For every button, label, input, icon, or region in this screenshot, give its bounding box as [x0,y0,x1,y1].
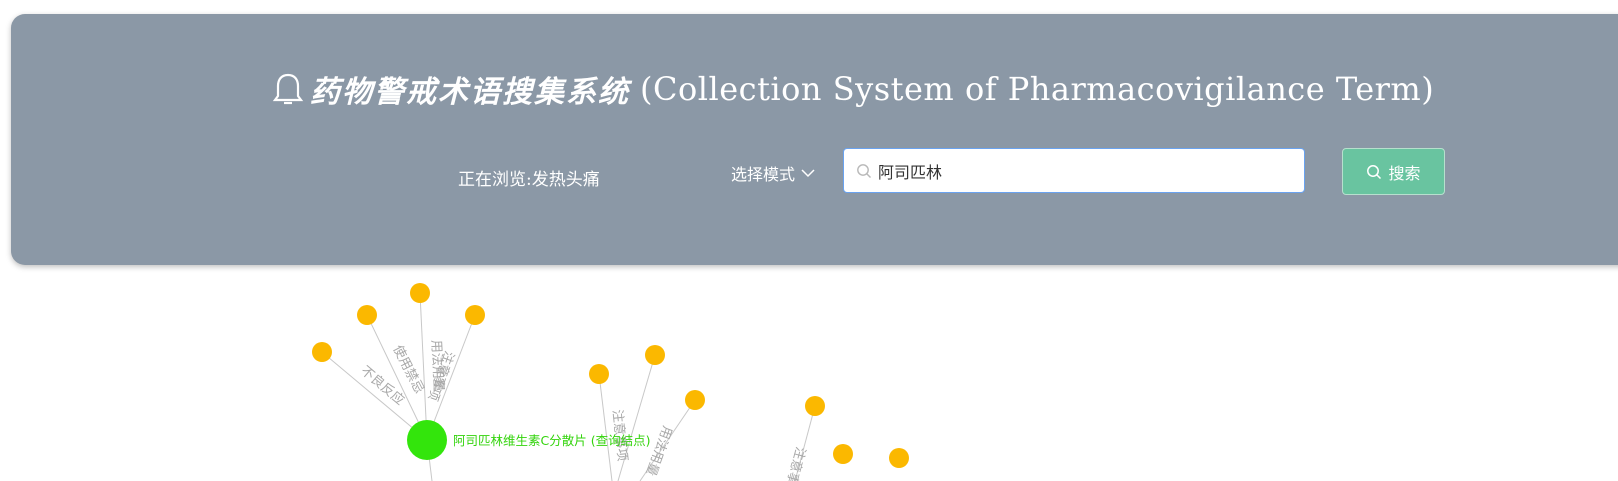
mode-select-label: 选择模式 [731,165,796,184]
graph-node[interactable] [685,390,705,410]
edge-label: 用法用量 [642,424,674,478]
graph-node[interactable] [465,305,485,325]
search-button[interactable]: 搜索 [1342,148,1445,195]
graph-node[interactable] [889,448,909,468]
browsing-status: 正在浏览:发热头痛 [458,170,600,190]
graph-node[interactable] [645,345,665,365]
search-icon [856,163,872,179]
graph-node[interactable] [833,444,853,464]
query-node-label: 阿司匹林维生素C分散片 (查询结点) [453,433,650,448]
mode-select-dropdown[interactable]: 选择模式 [731,160,815,186]
page-title: 药物警戒术语搜集系统 (Collection System of Pharmac… [272,64,1434,114]
graph-node[interactable] [805,396,825,416]
graph-node[interactable] [589,364,609,384]
header-panel [11,14,1618,265]
search-button-label: 搜索 [1388,163,1421,183]
search-input[interactable] [878,161,1278,180]
bell-icon [272,73,304,105]
graph-edge [419,292,428,441]
knowledge-graph[interactable]: 不良反应 使用禁忌 用法用量 注意事项 注意事项 用法用量 注意事项 阿司匹林维… [0,270,1618,481]
graph-node[interactable] [410,283,430,303]
search-field[interactable] [843,148,1305,193]
graph-edge [598,373,613,481]
graph-node[interactable] [312,342,332,362]
chevron-down-icon [801,169,815,178]
query-node[interactable] [407,420,447,460]
title-chinese: 药物警戒术语搜集系统 [310,75,630,110]
graph-node[interactable] [357,305,377,325]
edge-label: 注意事项 [780,445,809,481]
search-icon [1367,164,1382,179]
title-english: (Collection System of Pharmacovigilance … [640,70,1435,108]
